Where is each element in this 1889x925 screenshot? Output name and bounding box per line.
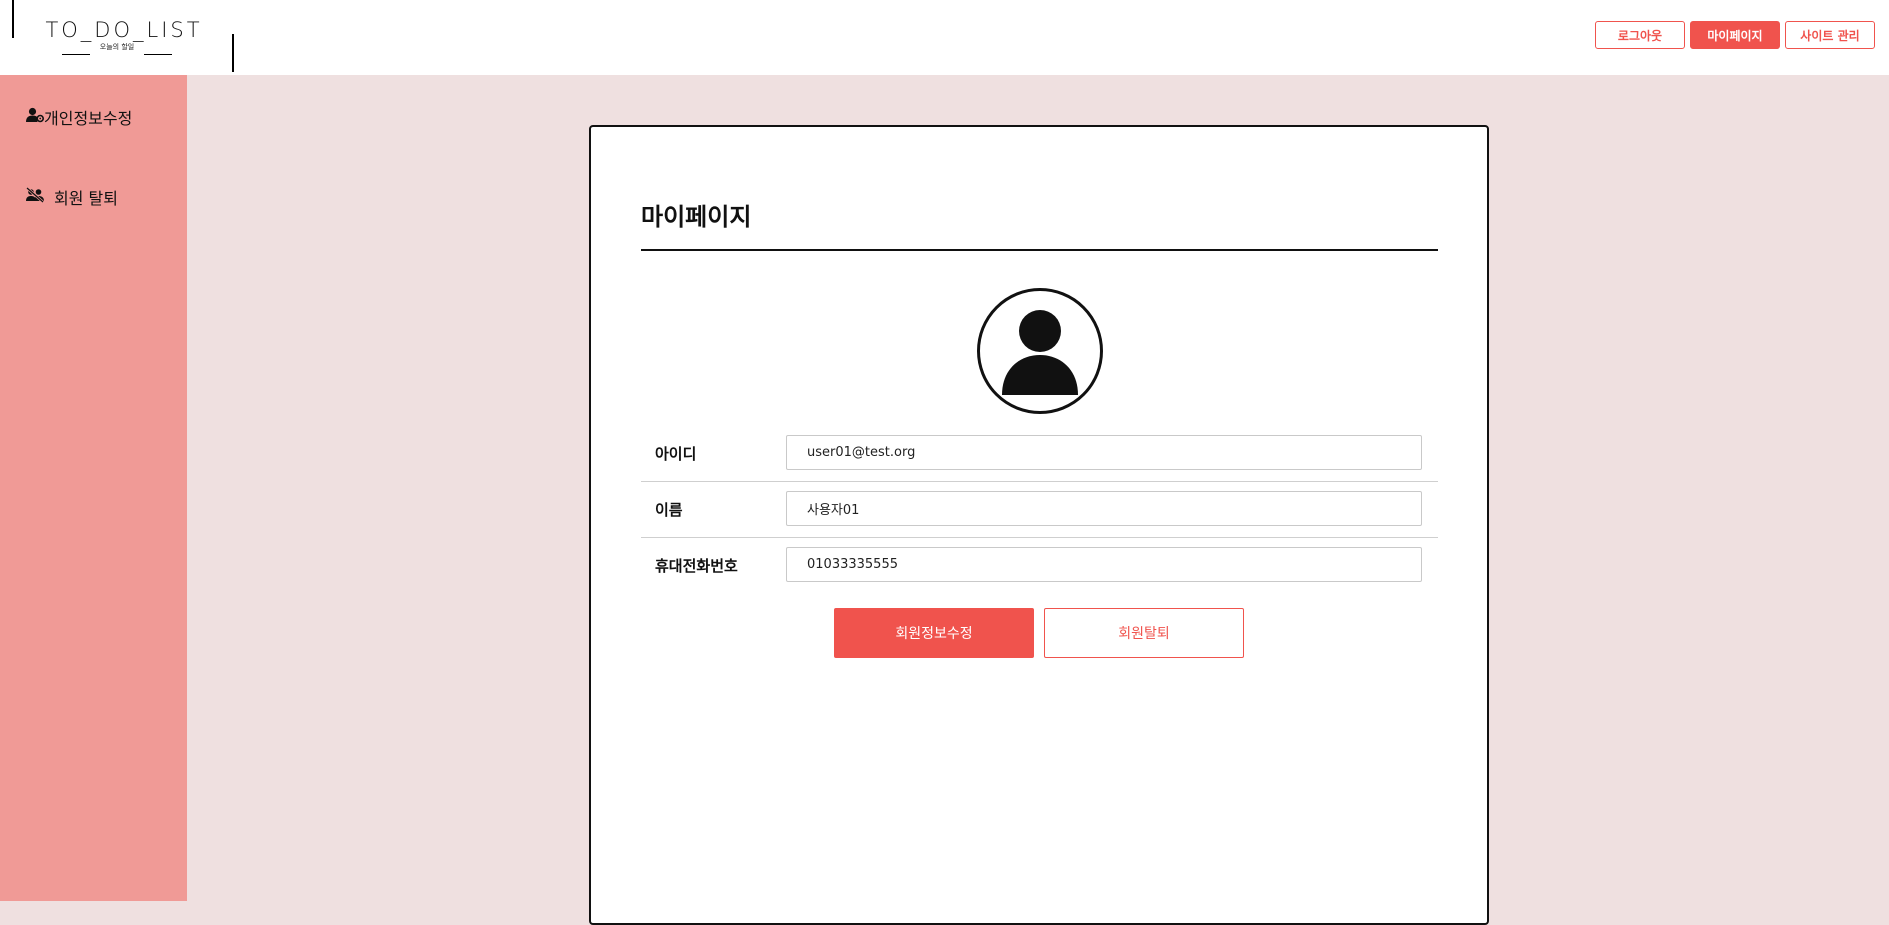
sidebar-item-edit-profile[interactable]: 개인정보수정 — [26, 105, 132, 129]
form-row-name: 이름 — [641, 481, 1438, 538]
phone-field[interactable] — [786, 547, 1422, 582]
logo-subtitle: 오늘의 할일 — [62, 42, 172, 56]
site-admin-button[interactable]: 사이트 관리 — [1785, 21, 1875, 49]
edit-member-info-button[interactable]: 회원정보수정 — [834, 608, 1034, 658]
sidebar-item-withdraw[interactable]: 회원 탈퇴 — [26, 185, 118, 209]
user-gear-icon — [26, 107, 44, 127]
logo-sub-line-left — [62, 54, 90, 55]
user-avatar-icon — [977, 288, 1103, 414]
logo-text[interactable]: TO_DO_LIST — [44, 18, 204, 42]
mypage-card: 마이페이지 아이디 이름 휴대전화번호 회원정보수정 회원탈퇴 — [589, 125, 1489, 925]
top-header: TO_DO_LIST 오늘의 할일 로그아웃 마이페이지 사이트 관리 — [0, 0, 1889, 75]
logo-sub-line-right — [144, 54, 172, 55]
users-slash-icon — [26, 187, 44, 207]
id-field[interactable] — [786, 435, 1422, 470]
phone-label: 휴대전화번호 — [655, 557, 738, 575]
form-row-phone: 휴대전화번호 — [641, 537, 1438, 593]
id-label: 아이디 — [655, 445, 697, 463]
logo-left-bar — [12, 0, 14, 38]
logout-button[interactable]: 로그아웃 — [1595, 21, 1685, 49]
form-row-id: 아이디 — [641, 425, 1438, 482]
name-field[interactable] — [786, 491, 1422, 526]
withdraw-member-button[interactable]: 회원탈퇴 — [1044, 608, 1244, 658]
logo-subtext: 오늘의 할일 — [99, 43, 135, 51]
logo-right-bar — [232, 34, 234, 72]
sidebar-item-label: 회원 탈퇴 — [54, 189, 118, 208]
page-title: 마이페이지 — [641, 203, 752, 231]
sidebar-item-label: 개인정보수정 — [44, 109, 133, 128]
title-divider — [641, 249, 1438, 251]
mypage-button[interactable]: 마이페이지 — [1690, 21, 1780, 49]
name-label: 이름 — [655, 501, 683, 519]
sidebar: 개인정보수정 회원 탈퇴 — [0, 75, 187, 901]
